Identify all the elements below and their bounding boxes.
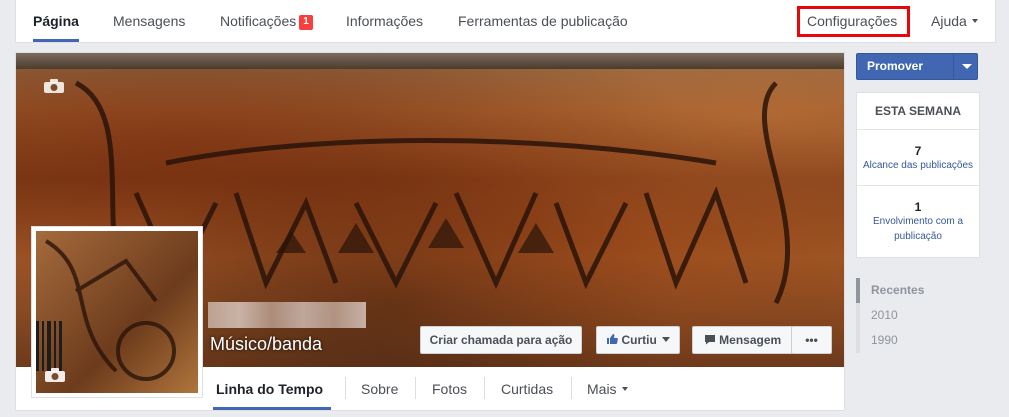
message-label: Mensagem — [719, 333, 782, 347]
help-menu[interactable]: Ajuda — [931, 0, 978, 42]
page-name-redacted — [208, 302, 366, 328]
stat-post-reach[interactable]: 7 Alcance das publicações — [857, 130, 979, 186]
stat-value: 7 — [914, 144, 922, 158]
weekly-insights-title: ESTA SEMANA — [857, 93, 979, 130]
tab-curtidas[interactable]: Curtidas — [501, 367, 553, 410]
chevron-down-icon — [621, 387, 628, 391]
tab-notificacoes-label: Notificações — [220, 13, 297, 29]
page-header-card: Músico/banda Criar chamada para ação Cur… — [15, 52, 845, 411]
more-options-button[interactable]: ••• — [791, 326, 832, 354]
promote-button[interactable]: Promover — [856, 53, 978, 80]
create-cta-button[interactable]: Criar chamada para ação — [420, 326, 582, 354]
liked-button[interactable]: Curtiu — [596, 326, 680, 354]
stat-post-engagement[interactable]: 1 Envolvimento com a publicação — [857, 186, 979, 257]
notification-badge: 1 — [299, 15, 313, 30]
promote-label: Promover — [867, 59, 924, 73]
tab-pagina[interactable]: Página — [33, 0, 79, 42]
tab-mais-label: Mais — [587, 381, 617, 397]
timeline-year-nav: Recentes 2010 1990 — [856, 278, 980, 353]
liked-label: Curtiu — [621, 333, 657, 347]
timeline-item-recentes[interactable]: Recentes — [856, 278, 980, 303]
tab-informacoes[interactable]: Informações — [346, 0, 423, 42]
divider — [484, 377, 485, 399]
tab-ferramentas[interactable]: Ferramentas de publicação — [458, 0, 628, 42]
divider — [415, 377, 416, 399]
timeline-item-2010[interactable]: 2010 — [856, 303, 980, 328]
timeline-item-1990[interactable]: 1990 — [856, 328, 980, 353]
chevron-down-icon[interactable] — [962, 64, 972, 69]
tab-sobre[interactable]: Sobre — [361, 367, 398, 410]
stat-label[interactable]: Envolvimento com a publicação — [857, 214, 979, 244]
thumbs-up-icon — [607, 334, 619, 344]
active-tab-indicator — [213, 407, 331, 410]
help-label: Ajuda — [931, 13, 967, 29]
stat-value: 1 — [914, 200, 922, 214]
message-button[interactable]: Mensagem — [692, 326, 793, 354]
tab-mensagens[interactable]: Mensagens — [113, 0, 185, 42]
camera-icon[interactable] — [43, 78, 65, 94]
weekly-insights-panel: ESTA SEMANA 7 Alcance das publicações 1 … — [856, 92, 980, 258]
tab-fotos[interactable]: Fotos — [432, 367, 467, 410]
page-category: Músico/banda — [210, 334, 323, 354]
tab-notificacoes[interactable]: Notificações 1 — [220, 0, 313, 42]
divider — [345, 377, 346, 399]
divider — [571, 377, 572, 399]
chevron-down-icon — [661, 337, 670, 342]
page-sub-nav: Linha do Tempo Sobre Fotos Curtidas Mais — [16, 367, 844, 410]
tab-mais[interactable]: Mais — [587, 367, 628, 410]
divider — [953, 54, 954, 79]
tab-linha-do-tempo[interactable]: Linha do Tempo — [216, 367, 323, 410]
message-icon — [704, 335, 715, 345]
stat-label[interactable]: Alcance das publicações — [857, 158, 979, 173]
chevron-down-icon — [971, 19, 978, 23]
settings-highlight-box — [797, 6, 910, 37]
